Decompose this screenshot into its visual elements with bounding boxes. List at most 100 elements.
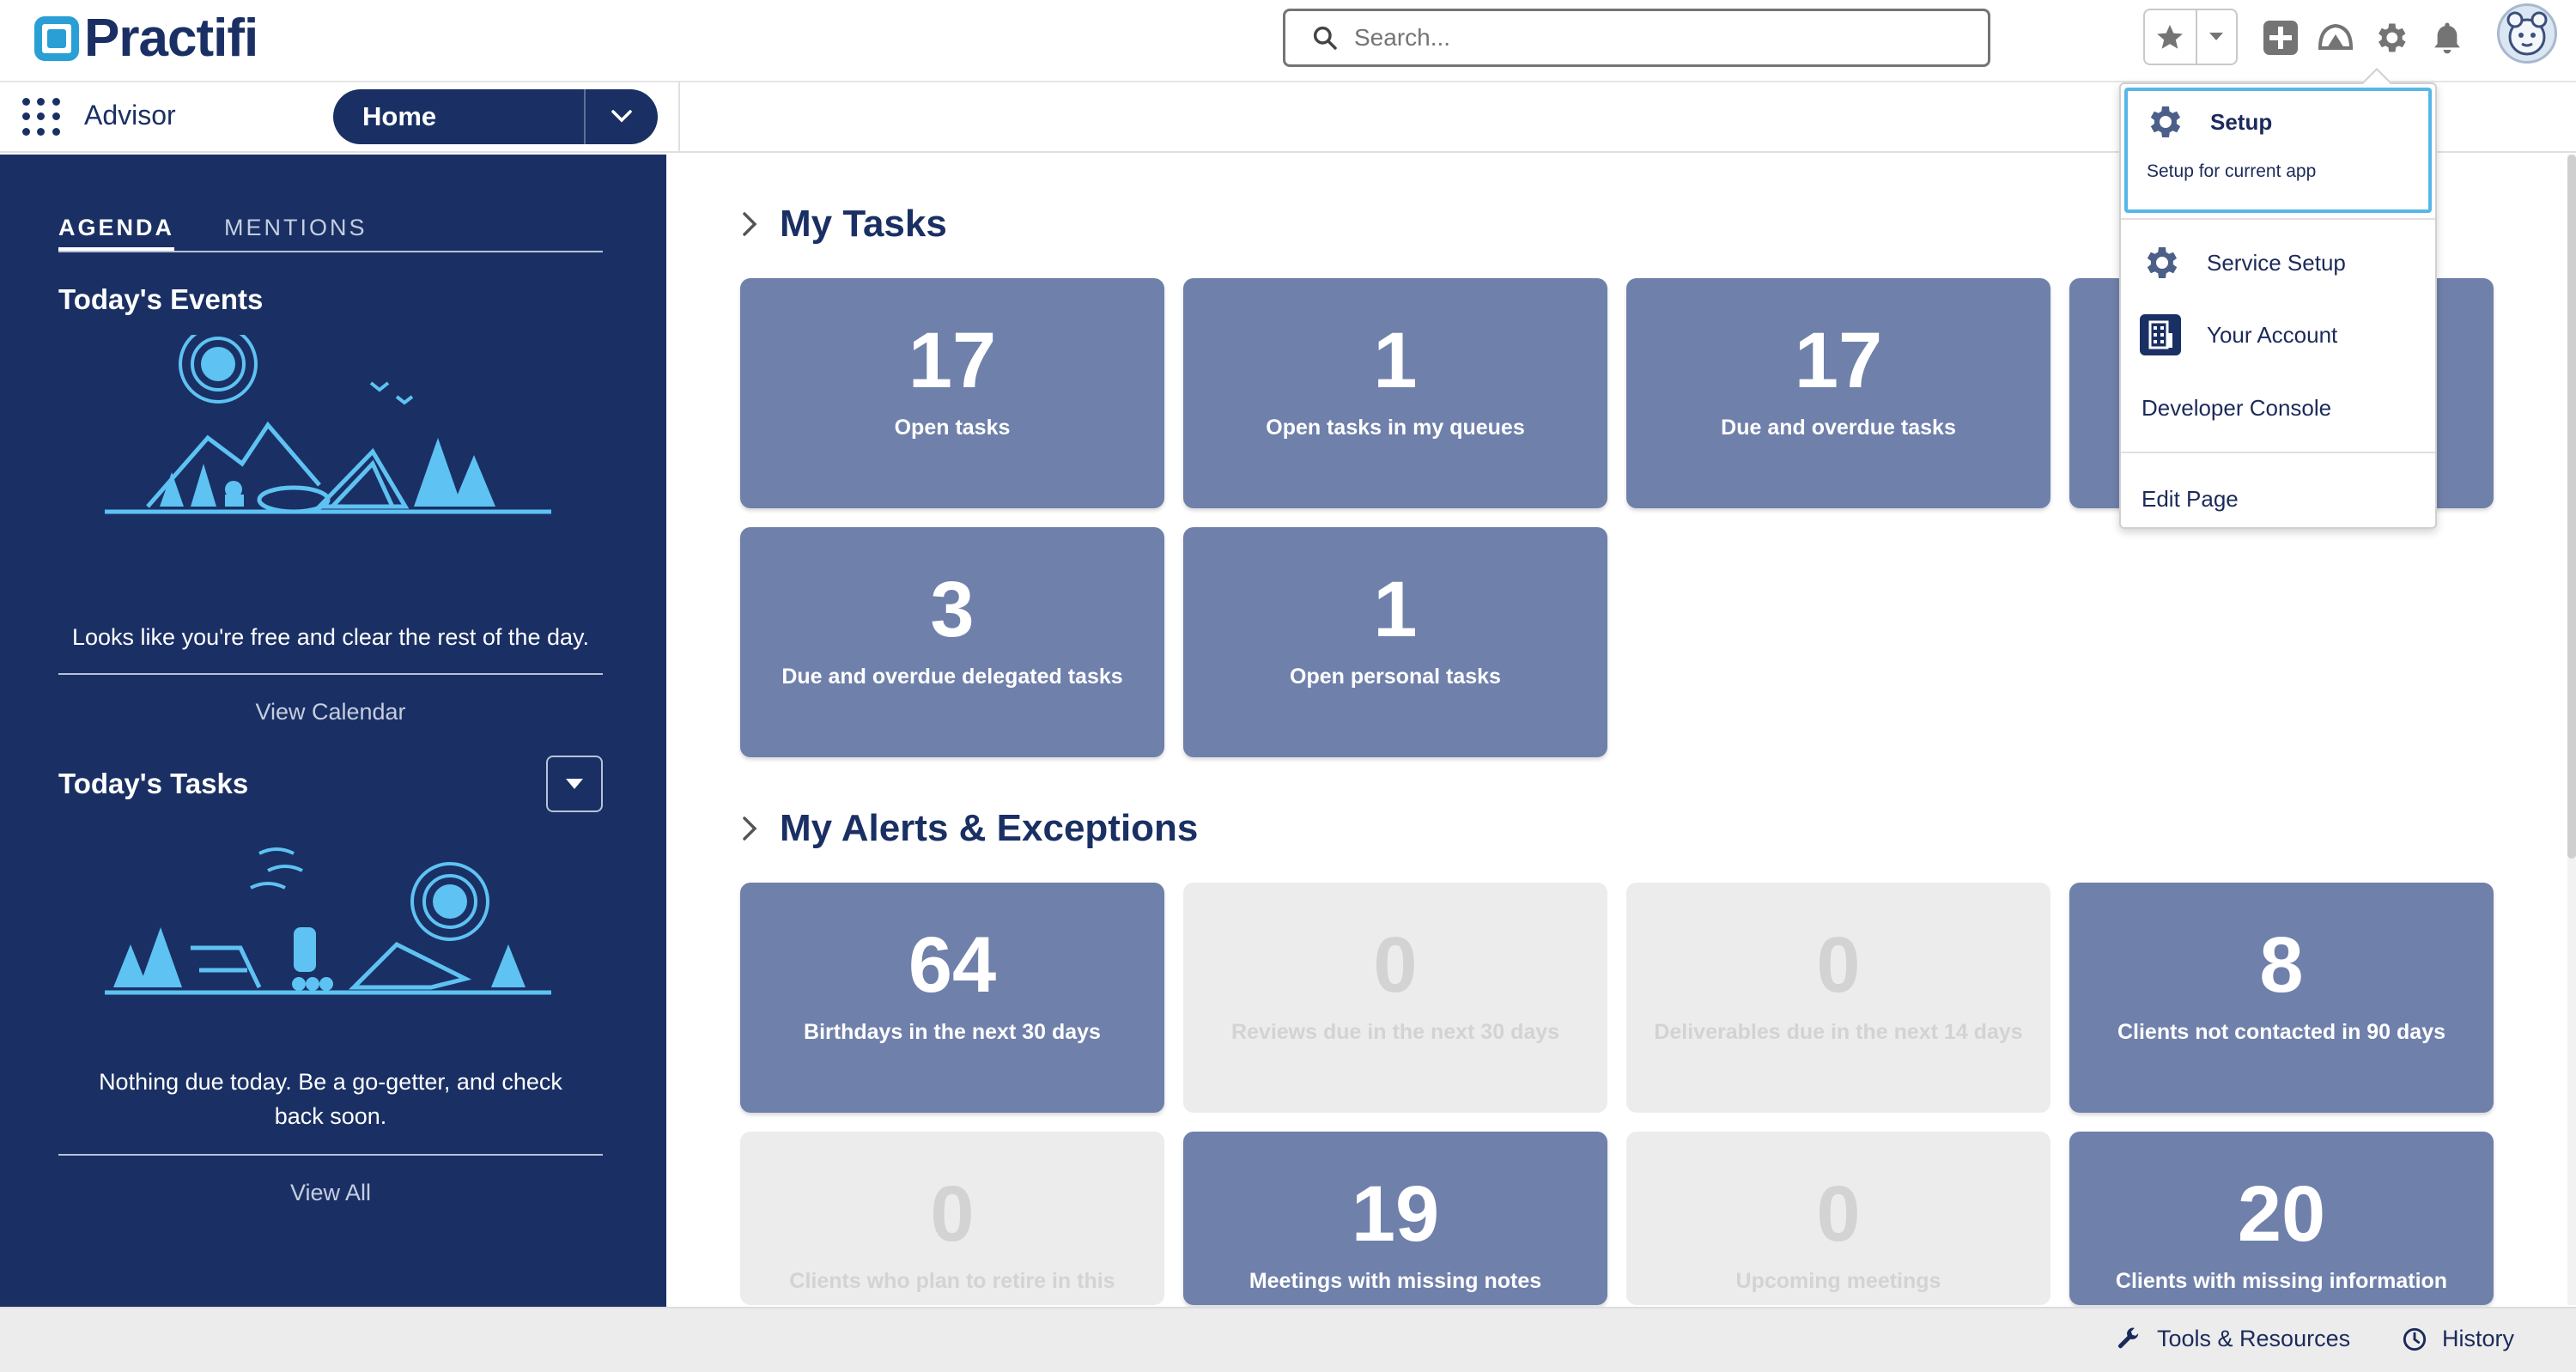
alert-tile[interactable]: 19 Meetings with missing notes [1183,1132,1607,1305]
app-name: Advisor [84,100,176,131]
trailhead-icon [2318,23,2354,50]
tile-label: Open tasks [894,416,1011,440]
service-setup-gear-icon [2147,247,2178,278]
tab-agenda[interactable]: AGENDA [58,215,175,251]
my-tasks-section-header[interactable]: My Tasks [742,203,947,246]
sidebar-tabs: AGENDA MENTIONS [58,215,603,252]
events-empty-message: Looks like you're free and clear the res… [72,624,589,650]
my-tasks-title: My Tasks [780,203,947,245]
tile-value: 0 [1816,921,1861,1009]
menu-item-service-setup[interactable]: Service Setup [2140,242,2454,283]
menu-divider [2121,218,2435,220]
task-tile[interactable]: 1 Open tasks in my queues [1183,278,1607,508]
notifications-button[interactable] [2425,15,2470,60]
setup-gear-button[interactable] [2368,15,2413,60]
tile-value: 3 [930,566,975,653]
alert-tile[interactable]: 0 Deliverables due in the next 14 days [1626,883,2050,1113]
nav-item-home-label[interactable]: Home [333,101,584,132]
alerts-title: My Alerts & Exceptions [780,807,1199,849]
tasks-empty-message: Nothing due today. Be a go-getter, and c… [99,1069,562,1129]
tile-label: Deliverables due in the next 14 days [1654,1020,2023,1044]
tile-label: Birthdays in the next 30 days [804,1020,1101,1044]
tile-value: 1 [1373,566,1418,653]
tile-label: Clients who plan to retire in this [789,1269,1115,1293]
global-actions-button[interactable] [2258,15,2303,60]
alert-tile[interactable]: 0 Upcoming meetings [1626,1132,2050,1305]
practifi-logo-icon [34,16,79,61]
tile-value: 0 [1373,921,1418,1009]
history-button[interactable]: History [2403,1326,2514,1352]
history-label: History [2442,1326,2515,1351]
global-search[interactable] [1283,9,1990,67]
tile-label: Due and overdue tasks [1721,416,1956,440]
task-tile[interactable]: 17 Due and overdue tasks [1626,278,2050,508]
building-icon [2140,314,2181,355]
chevron-down-icon [2209,33,2224,40]
tasks-filter-button[interactable] [546,756,603,812]
menu-item-your-account[interactable]: Your Account [2140,314,2454,355]
tab-mentions[interactable]: MENTIONS [224,215,368,251]
task-tile[interactable]: 17 Open tasks [740,278,1164,508]
alert-tile[interactable]: 20 Clients with missing information [2069,1132,2494,1305]
tile-label: Clients not contacted in 90 days [2117,1020,2446,1044]
menu-item-label: Your Account [2207,321,2338,348]
alert-tile[interactable]: 0 Reviews due in the next 30 days [1183,883,1607,1113]
alert-tile[interactable]: 64 Birthdays in the next 30 days [740,883,1164,1113]
main-scrollbar[interactable] [2567,155,2576,1305]
todays-tasks-heading: Today's Tasks [58,768,249,799]
tools-resources-label: Tools & Resources [2157,1326,2351,1351]
star-icon [2157,24,2184,49]
chevron-down-icon [611,110,632,123]
clock-icon [2403,1327,2427,1351]
wrench-icon [2118,1327,2139,1348]
scrollbar-thumb[interactable] [2567,155,2576,859]
gear-icon [2379,23,2406,52]
menu-item-label: Edit Page [2142,486,2239,512]
tools-resources-button[interactable]: Tools & Resources [2116,1326,2350,1352]
search-icon [1313,26,1337,50]
tile-label: Upcoming meetings [1735,1269,1941,1293]
chevron-down-icon [566,779,583,789]
divider [58,673,603,675]
tile-label: Meetings with missing notes [1249,1269,1542,1293]
nav-menu-button[interactable] [584,89,658,144]
setup-gear-icon [2150,106,2181,137]
tile-value: 20 [2237,1170,2326,1258]
alert-tile[interactable]: 0 Clients who plan to retire in this [740,1132,1164,1305]
task-tile[interactable]: 1 Open personal tasks [1183,527,1607,757]
guidance-center-button[interactable] [2313,15,2358,60]
view-all-link[interactable]: View All [58,1180,603,1206]
campfire-illustration [105,847,551,995]
add-icon [2263,21,2298,55]
user-avatar[interactable] [2497,3,2557,64]
tile-value: 0 [1816,1170,1861,1258]
tile-value: 1 [1373,317,1418,404]
search-input[interactable] [1354,24,1955,52]
menu-item-setup[interactable]: Setup Setup for current app [2124,88,2432,213]
divider [58,1154,603,1156]
task-tile[interactable]: 3 Due and overdue delegated tasks [740,527,1164,757]
favorites-list-button[interactable] [2197,10,2236,64]
practifi-logo[interactable]: Practifi [34,12,258,65]
bell-icon [2434,22,2460,54]
tile-label: Due and overdue delegated tasks [781,665,1123,689]
chevron-right-icon [743,212,757,236]
favorites-button[interactable] [2145,10,2197,64]
menu-divider [2121,452,2435,453]
menu-item-setup-label: Setup [2210,108,2273,135]
setup-dropdown-menu: Setup Setup for current app Service Setu… [2119,82,2437,529]
tile-value: 64 [908,921,997,1009]
menu-item-setup-row: Setup [2143,101,2458,143]
todays-events-heading: Today's Events [58,283,264,315]
app-launcher-icon[interactable] [22,98,60,136]
alerts-section-header[interactable]: My Alerts & Exceptions [742,807,1198,850]
view-calendar-link[interactable]: View Calendar [58,699,603,725]
nav-item-home[interactable]: Home [333,89,658,144]
camping-illustration [105,335,551,514]
menu-item-edit-page[interactable]: Edit Page [2142,486,2456,513]
menu-item-developer-console[interactable]: Developer Console [2142,395,2456,422]
alert-tile[interactable]: 8 Clients not contacted in 90 days [2069,883,2494,1113]
tile-label: Reviews due in the next 30 days [1230,1020,1560,1044]
tile-label: Open personal tasks [1290,665,1501,689]
nav-divider [678,82,680,153]
